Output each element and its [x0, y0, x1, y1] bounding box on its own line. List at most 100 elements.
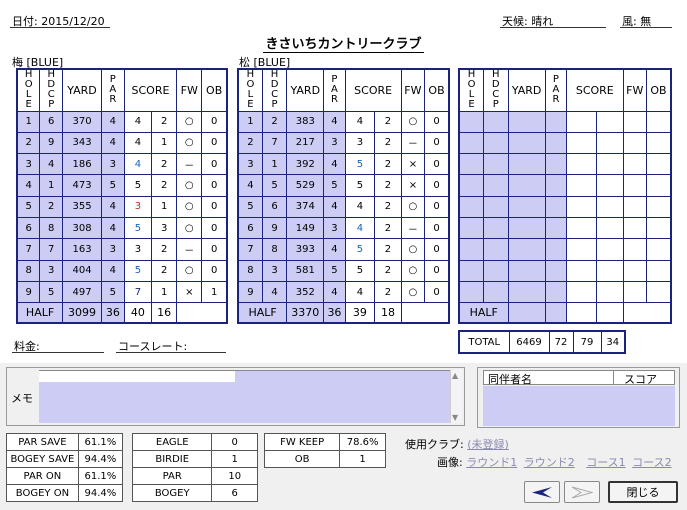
- hole-score[interactable]: 4: [344, 110, 376, 133]
- hole-fw[interactable]: ○: [400, 195, 426, 218]
- hole-putt[interactable]: 2: [374, 174, 402, 197]
- image-link-course1[interactable]: コース1: [586, 456, 625, 469]
- empty-cell[interactable]: [622, 131, 647, 155]
- empty-cell[interactable]: [645, 110, 672, 133]
- hole-fw[interactable]: ○: [176, 131, 203, 155]
- hole-fw[interactable]: －: [176, 153, 203, 176]
- empty-cell[interactable]: [566, 195, 597, 218]
- hole-ob[interactable]: 0: [424, 110, 450, 133]
- hole-fw[interactable]: ○: [176, 110, 203, 133]
- empty-cell[interactable]: [622, 153, 647, 176]
- hole-ob[interactable]: 0: [201, 216, 228, 240]
- hole-putt[interactable]: 2: [374, 238, 402, 261]
- hole-score[interactable]: 3: [123, 195, 153, 218]
- hole-score[interactable]: 3: [344, 131, 376, 155]
- empty-cell[interactable]: [595, 216, 624, 240]
- hole-score[interactable]: 4: [344, 280, 376, 304]
- scroll-down-icon[interactable]: ▼: [452, 413, 458, 422]
- empty-cell[interactable]: [595, 153, 624, 176]
- hole-score[interactable]: 4: [344, 216, 376, 240]
- hole-score[interactable]: 4: [344, 195, 376, 218]
- hole-putt[interactable]: 2: [151, 153, 178, 176]
- hole-score[interactable]: 5: [123, 259, 153, 282]
- empty-cell[interactable]: [595, 195, 624, 218]
- empty-cell[interactable]: [566, 280, 597, 304]
- empty-cell[interactable]: [622, 259, 647, 282]
- hole-score[interactable]: 5: [344, 174, 376, 197]
- image-link-round1[interactable]: ラウンド1: [466, 456, 517, 469]
- memo-textarea[interactable]: [39, 370, 452, 423]
- hole-fw[interactable]: ○: [400, 280, 426, 304]
- hole-fw[interactable]: ○: [400, 238, 426, 261]
- hole-score[interactable]: 5: [123, 216, 153, 240]
- hole-putt[interactable]: 2: [151, 174, 178, 197]
- hole-fw[interactable]: ○: [400, 110, 426, 133]
- empty-cell[interactable]: [645, 195, 672, 218]
- hole-ob[interactable]: 0: [201, 174, 228, 197]
- hole-score[interactable]: 5: [344, 153, 376, 176]
- hole-ob[interactable]: 0: [201, 238, 228, 261]
- empty-cell[interactable]: [566, 174, 597, 197]
- hole-fw[interactable]: ○: [176, 216, 203, 240]
- hole-ob[interactable]: 0: [424, 195, 450, 218]
- hole-ob[interactable]: 0: [424, 153, 450, 176]
- hole-score[interactable]: 5: [123, 174, 153, 197]
- companion-name-header[interactable]: 同伴者名: [488, 371, 532, 387]
- empty-cell[interactable]: [645, 131, 672, 155]
- hole-fw[interactable]: ○: [176, 195, 203, 218]
- hole-putt[interactable]: 2: [374, 259, 402, 282]
- empty-cell[interactable]: [566, 153, 597, 176]
- hole-ob[interactable]: 0: [424, 238, 450, 261]
- empty-cell[interactable]: [645, 238, 672, 261]
- hole-putt[interactable]: 2: [151, 259, 178, 282]
- empty-cell[interactable]: [566, 238, 597, 261]
- hole-fw[interactable]: －: [176, 238, 203, 261]
- hole-fw[interactable]: －: [400, 216, 426, 240]
- image-link-course2[interactable]: コース2: [632, 456, 671, 469]
- hole-fw[interactable]: ○: [400, 259, 426, 282]
- hole-putt[interactable]: 2: [374, 280, 402, 304]
- hole-ob[interactable]: 0: [201, 259, 228, 282]
- hole-score[interactable]: 4: [123, 153, 153, 176]
- empty-cell[interactable]: [595, 280, 624, 304]
- hole-putt[interactable]: 2: [374, 110, 402, 133]
- hole-putt[interactable]: 2: [151, 110, 178, 133]
- hole-ob[interactable]: 0: [201, 153, 228, 176]
- hole-fw[interactable]: ○: [176, 174, 203, 197]
- empty-cell[interactable]: [622, 280, 647, 304]
- hole-putt[interactable]: 3: [151, 216, 178, 240]
- hole-fw[interactable]: ○: [176, 259, 203, 282]
- hole-ob[interactable]: 1: [201, 280, 228, 304]
- hole-ob[interactable]: 0: [424, 174, 450, 197]
- hole-ob[interactable]: 0: [424, 259, 450, 282]
- hole-putt[interactable]: 2: [374, 153, 402, 176]
- hole-putt[interactable]: 2: [374, 195, 402, 218]
- empty-cell[interactable]: [622, 238, 647, 261]
- empty-cell[interactable]: [622, 174, 647, 197]
- empty-cell[interactable]: [622, 216, 647, 240]
- empty-cell[interactable]: [566, 259, 597, 282]
- empty-cell[interactable]: [595, 174, 624, 197]
- hole-ob[interactable]: 0: [424, 280, 450, 304]
- hole-putt[interactable]: 1: [151, 131, 178, 155]
- hole-putt[interactable]: 2: [374, 216, 402, 240]
- empty-cell[interactable]: [622, 195, 647, 218]
- hole-putt[interactable]: 2: [151, 238, 178, 261]
- companion-score-header[interactable]: スコア: [624, 371, 657, 387]
- hole-fw[interactable]: ×: [400, 153, 426, 176]
- empty-cell[interactable]: [645, 280, 672, 304]
- hole-fw[interactable]: ×: [400, 174, 426, 197]
- hole-ob[interactable]: 0: [424, 216, 450, 240]
- hole-putt[interactable]: 1: [151, 195, 178, 218]
- companions-list[interactable]: [483, 386, 675, 426]
- hole-score[interactable]: 5: [344, 259, 376, 282]
- empty-cell[interactable]: [566, 110, 597, 133]
- empty-cell[interactable]: [645, 259, 672, 282]
- prev-button[interactable]: [524, 481, 560, 503]
- hole-putt[interactable]: 1: [151, 280, 178, 304]
- hole-fw[interactable]: ×: [176, 280, 203, 304]
- hole-ob[interactable]: 0: [424, 131, 450, 155]
- empty-cell[interactable]: [566, 216, 597, 240]
- hole-score[interactable]: 4: [123, 131, 153, 155]
- hole-fw[interactable]: －: [400, 131, 426, 155]
